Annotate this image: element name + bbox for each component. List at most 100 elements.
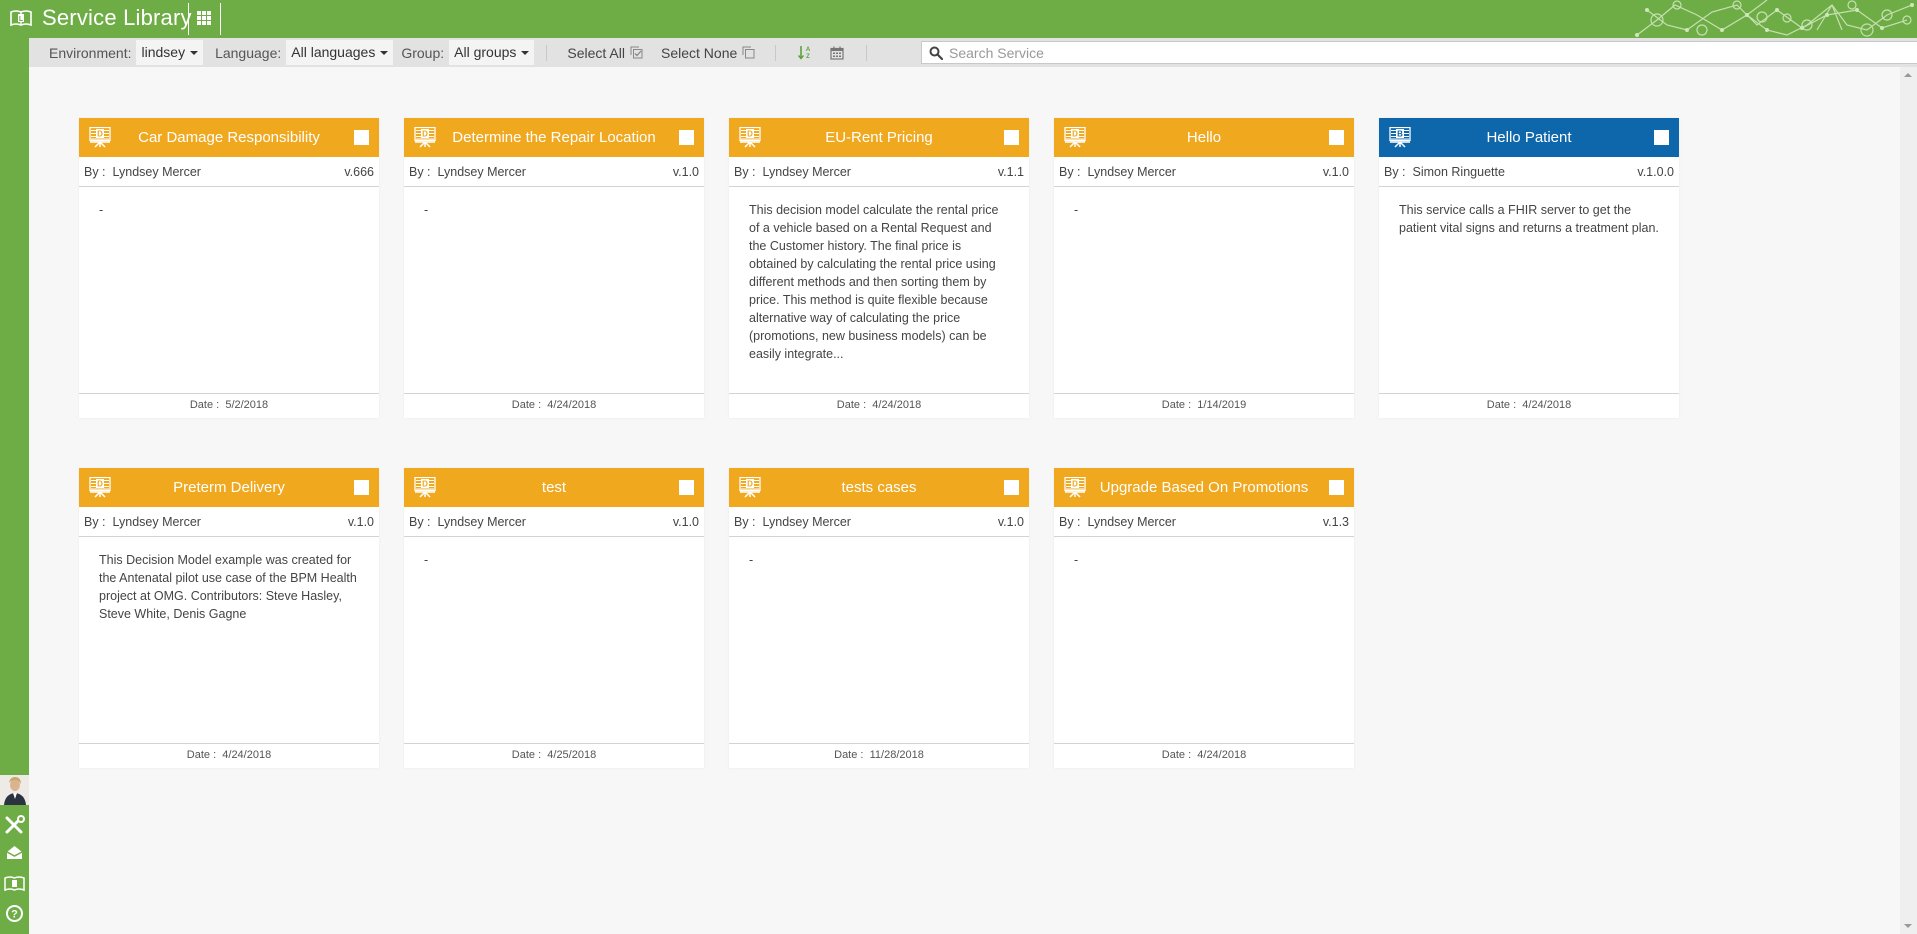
select-all-button[interactable]: Select All bbox=[567, 45, 643, 61]
date-label: Date : bbox=[1161, 399, 1192, 411]
select-none-label: Select None bbox=[661, 44, 738, 61]
card-title[interactable]: Hello Patient bbox=[1486, 129, 1571, 146]
group-dropdown[interactable]: All groups bbox=[449, 40, 535, 65]
search-box[interactable] bbox=[921, 41, 1917, 64]
environment-dropdown[interactable]: lindsey bbox=[136, 40, 204, 65]
author-label: By : bbox=[84, 164, 106, 179]
card-header[interactable]: D Preterm Delivery bbox=[79, 468, 379, 507]
date-value: 4/24/2018 bbox=[1522, 399, 1572, 411]
svg-text:A: A bbox=[806, 47, 811, 53]
presentation-board-icon: D bbox=[1064, 477, 1086, 498]
card-header[interactable]: D Upgrade Based On Promotions bbox=[1054, 468, 1354, 507]
card-header[interactable]: D test bbox=[404, 468, 704, 507]
card-select-checkbox[interactable] bbox=[1329, 480, 1344, 495]
card-title[interactable]: Car Damage Responsibility bbox=[138, 129, 320, 146]
card-header[interactable]: D Hello bbox=[1054, 118, 1354, 157]
card-author: By : Lyndsey Mercer bbox=[734, 165, 851, 179]
search-input[interactable] bbox=[949, 44, 1909, 61]
service-card[interactable]: D EU-Rent Pricing By : Lyndsey Mercer v.… bbox=[729, 118, 1029, 418]
date-label: Date : bbox=[836, 399, 867, 411]
card-title[interactable]: Upgrade Based On Promotions bbox=[1100, 479, 1308, 496]
card-author: By : Lyndsey Mercer bbox=[409, 515, 526, 529]
card-author: By : Lyndsey Mercer bbox=[1059, 515, 1176, 529]
author-label: By : bbox=[1059, 514, 1081, 529]
date-label: Date : bbox=[511, 399, 542, 411]
card-description: - bbox=[99, 203, 104, 217]
select-none-button[interactable]: Select None bbox=[661, 45, 755, 61]
sort-alpha-button[interactable]: A Z bbox=[798, 45, 812, 60]
card-version: v.666 bbox=[344, 164, 374, 179]
card-header[interactable]: D tests cases bbox=[729, 468, 1029, 507]
left-sidebar: ? bbox=[0, 38, 29, 934]
card-title[interactable]: EU-Rent Pricing bbox=[825, 129, 933, 146]
sort-alpha-icon: A Z bbox=[798, 46, 811, 60]
card-title[interactable]: Hello bbox=[1187, 129, 1221, 146]
card-version: v.1.3 bbox=[1322, 514, 1349, 529]
environment-value: lindsey bbox=[141, 44, 186, 60]
card-header[interactable]: B Hello Patient bbox=[1379, 118, 1679, 157]
date-label: Date : bbox=[834, 749, 864, 761]
card-title[interactable]: tests cases bbox=[841, 479, 916, 496]
author-name: Lyndsey Mercer bbox=[437, 164, 526, 179]
avatar[interactable] bbox=[0, 775, 29, 805]
select-none-icon bbox=[742, 46, 755, 59]
card-version: v.1.1 bbox=[997, 164, 1024, 179]
card-header[interactable]: D Determine the Repair Location bbox=[404, 118, 704, 157]
service-card[interactable]: D test By : Lyndsey Mercer v.1.0 - Date … bbox=[404, 468, 704, 768]
card-title[interactable]: Determine the Repair Location bbox=[452, 129, 655, 146]
service-card[interactable]: D Car Damage Responsibility By : Lyndsey… bbox=[79, 118, 379, 418]
date-value: 4/24/2018 bbox=[872, 399, 922, 411]
card-description: This decision model calculate the rental… bbox=[749, 203, 999, 361]
presentation-board-icon: D bbox=[739, 127, 761, 148]
author-label: By : bbox=[409, 164, 431, 179]
service-card[interactable]: D Upgrade Based On Promotions By : Lynds… bbox=[1054, 468, 1354, 768]
card-select-checkbox[interactable] bbox=[1004, 130, 1019, 145]
svg-text:B: B bbox=[1397, 130, 1403, 139]
scroll-down-arrow[interactable] bbox=[1904, 924, 1912, 928]
presentation-board-icon: D bbox=[89, 127, 111, 148]
card-select-checkbox[interactable] bbox=[679, 480, 694, 495]
card-select-checkbox[interactable] bbox=[354, 480, 369, 495]
card-select-checkbox[interactable] bbox=[1654, 130, 1669, 145]
card-author: By : Lyndsey Mercer bbox=[734, 515, 851, 529]
help-icon[interactable]: ? bbox=[4, 904, 25, 924]
card-select-checkbox[interactable] bbox=[354, 130, 369, 145]
card-title[interactable]: Preterm Delivery bbox=[173, 479, 285, 496]
card-header[interactable]: D EU-Rent Pricing bbox=[729, 118, 1029, 157]
card-description: This Decision Model example was created … bbox=[99, 553, 357, 621]
author-label: By : bbox=[1059, 164, 1081, 179]
scroll-up-arrow[interactable] bbox=[1904, 73, 1912, 77]
card-select-checkbox[interactable] bbox=[679, 130, 694, 145]
author-label: By : bbox=[734, 514, 756, 529]
presentation-board-icon: D bbox=[414, 127, 436, 148]
service-card[interactable]: D tests cases By : Lyndsey Mercer v.1.0 … bbox=[729, 468, 1029, 768]
date-label: Date : bbox=[1486, 399, 1517, 411]
vertical-scrollbar[interactable] bbox=[1900, 67, 1917, 934]
card-title[interactable]: test bbox=[542, 479, 566, 496]
library-icon[interactable] bbox=[4, 874, 25, 894]
select-all-icon bbox=[630, 46, 643, 59]
search-icon bbox=[929, 46, 943, 60]
svg-text:D: D bbox=[422, 130, 428, 139]
card-header[interactable]: D Car Damage Responsibility bbox=[79, 118, 379, 157]
chevron-down-icon bbox=[521, 50, 530, 55]
language-dropdown[interactable]: All languages bbox=[286, 40, 394, 65]
card-select-checkbox[interactable] bbox=[1004, 480, 1019, 495]
service-card[interactable]: D Preterm Delivery By : Lyndsey Mercer v… bbox=[79, 468, 379, 768]
inbox-icon[interactable] bbox=[4, 843, 25, 863]
service-card[interactable]: D Determine the Repair Location By : Lyn… bbox=[404, 118, 704, 418]
date-value: 4/24/2018 bbox=[1197, 749, 1247, 761]
card-select-checkbox[interactable] bbox=[1329, 130, 1344, 145]
date-value: 5/2/2018 bbox=[225, 399, 269, 411]
card-meta: By : Lyndsey Mercer v.1.0 bbox=[79, 507, 379, 537]
sort-date-button[interactable] bbox=[830, 46, 844, 60]
author-name: Lyndsey Mercer bbox=[1087, 164, 1176, 179]
calendar-icon bbox=[830, 46, 844, 60]
author-name: Lyndsey Mercer bbox=[762, 164, 851, 179]
chevron-down-icon bbox=[380, 50, 389, 55]
service-card[interactable]: D Hello By : Lyndsey Mercer v.1.0 - Date… bbox=[1054, 118, 1354, 418]
app-grid-icon[interactable] bbox=[196, 10, 212, 26]
service-card[interactable]: B Hello Patient By : Simon Ringuette v.1… bbox=[1379, 118, 1679, 418]
card-meta: By : Lyndsey Mercer v.1.0 bbox=[404, 507, 704, 537]
tools-icon[interactable] bbox=[4, 815, 25, 835]
